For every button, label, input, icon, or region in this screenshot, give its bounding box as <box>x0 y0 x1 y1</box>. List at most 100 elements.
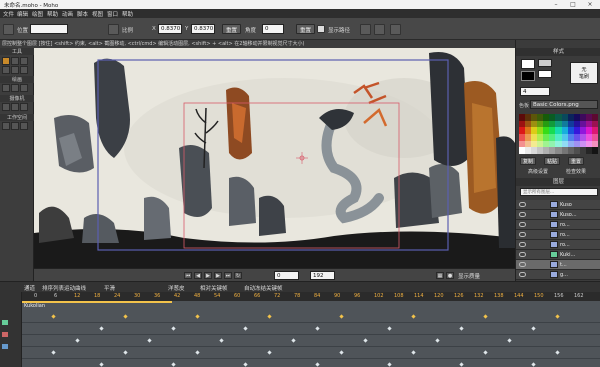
tab-channels[interactable]: 通道 <box>24 284 35 292</box>
quality-icon[interactable]: ▦ <box>436 272 444 279</box>
scale-x-field[interactable]: 0.8370 <box>158 24 182 34</box>
text-icon[interactable] <box>20 66 28 74</box>
menu-animation[interactable]: 动画 <box>62 10 73 18</box>
camera-zoom-icon[interactable] <box>11 103 19 111</box>
menu-draw[interactable]: 绘图 <box>32 10 43 18</box>
timeline-track[interactable] <box>22 323 600 335</box>
color-swatch[interactable] <box>591 140 598 148</box>
flip-h-icon[interactable] <box>360 24 371 35</box>
layer-row[interactable]: g... <box>516 270 600 280</box>
onion-skin-toggle[interactable]: 洋葱皮 <box>168 284 185 292</box>
stroke-icon[interactable] <box>11 84 19 92</box>
camera-track-icon[interactable] <box>2 103 10 111</box>
curvature-icon[interactable] <box>11 66 19 74</box>
fill-icon[interactable] <box>2 84 10 92</box>
advanced-settings-link[interactable]: 高级设置 <box>528 168 548 175</box>
eye-icon[interactable] <box>519 252 526 257</box>
scale-icon[interactable] <box>108 24 119 35</box>
prev-frame-icon[interactable]: ◀ <box>194 272 202 279</box>
camera-roll-icon[interactable] <box>20 103 28 111</box>
layer-row[interactable]: Kuso <box>516 200 600 210</box>
show-path-checkbox[interactable] <box>317 25 325 33</box>
width-field[interactable] <box>538 70 552 78</box>
timeline-track[interactable] <box>22 311 600 323</box>
menu-help[interactable]: 帮助 <box>47 10 58 18</box>
freehand-icon[interactable] <box>2 66 10 74</box>
tab-motion-graph[interactable]: 运动曲线 <box>64 284 86 292</box>
scale-y-field[interactable]: 0.8370 <box>191 24 215 34</box>
eye-icon[interactable] <box>519 272 526 277</box>
last-frame-icon[interactable]: ⏭ <box>224 272 232 279</box>
eye-icon[interactable] <box>519 232 526 237</box>
pan-icon[interactable] <box>2 122 10 130</box>
select-points-icon[interactable] <box>2 57 10 65</box>
swap-colors-icon[interactable] <box>538 59 552 67</box>
eyedropper-icon[interactable] <box>20 84 28 92</box>
angle-field[interactable]: 0 <box>262 24 284 34</box>
reset-swatch-button[interactable]: 重置 <box>568 157 585 165</box>
minimize-icon[interactable]: – <box>548 0 564 9</box>
reset-angle-button[interactable]: 重置 <box>296 24 316 34</box>
eye-icon[interactable] <box>519 242 526 247</box>
auto-freeze-toggle[interactable]: 自动冻结关键帧 <box>244 284 283 292</box>
timeline-track[interactable] <box>22 347 600 359</box>
timeline-track[interactable] <box>22 359 600 367</box>
first-frame-icon[interactable]: ⏮ <box>184 272 192 279</box>
menu-window[interactable]: 窗口 <box>107 10 118 18</box>
channel-translate-icon[interactable] <box>2 320 8 325</box>
layer-tool-icon[interactable] <box>3 24 14 35</box>
transform-points-icon[interactable] <box>11 57 19 65</box>
eye-icon[interactable] <box>519 262 526 267</box>
timeline-ruler[interactable]: 0 6 12 18 24 30 36 42 48 54 60 66 72 78 84 90 96 102 108 11… <box>22 292 600 301</box>
eye-icon[interactable] <box>519 222 526 227</box>
relative-keyframe-toggle[interactable]: 相对关键帧 <box>200 284 228 292</box>
onion-icon[interactable]: ● <box>446 272 454 279</box>
layer-row[interactable]: Kuso... <box>516 210 600 220</box>
channel-scale-icon[interactable] <box>2 332 8 337</box>
interpolation-select[interactable]: 平滑 <box>104 284 115 292</box>
frame-field[interactable]: 0 <box>274 271 299 280</box>
timeline-tracks[interactable]: Kukolian <box>22 301 600 367</box>
fill-color-swatch[interactable] <box>521 59 535 69</box>
color-swatch[interactable] <box>591 120 598 128</box>
maximize-icon[interactable]: □ <box>565 0 581 9</box>
color-swatch-grid[interactable] <box>519 114 598 154</box>
layer-row[interactable]: ro... <box>516 220 600 230</box>
rotate-workspace-icon[interactable] <box>20 122 28 130</box>
timeline-track[interactable] <box>22 335 600 347</box>
stroke-color-swatch[interactable] <box>521 71 535 81</box>
loop-icon[interactable]: ↻ <box>234 272 242 279</box>
play-icon[interactable]: ▶ <box>204 272 212 279</box>
menu-view[interactable]: 视图 <box>92 10 103 18</box>
eye-icon[interactable] <box>519 212 526 217</box>
layer-row[interactable]: ro... <box>516 230 600 240</box>
color-swatch[interactable] <box>591 134 598 141</box>
eye-icon[interactable] <box>519 202 526 207</box>
layer-row[interactable]: ro... <box>516 240 600 250</box>
menu-file[interactable]: 文件 <box>3 10 14 18</box>
display-quality-label[interactable]: 显示质量 <box>458 272 480 280</box>
stroke-width-field[interactable]: 4 <box>520 87 550 96</box>
frame-end-field[interactable]: 192 <box>310 271 335 280</box>
menu-script[interactable]: 脚本 <box>77 10 88 18</box>
flip-v-icon[interactable] <box>374 24 385 35</box>
tab-sequencer[interactable]: 排序列表 <box>42 284 64 292</box>
layer-search-input[interactable]: 显示所有图层... <box>520 188 598 196</box>
reset-scale-button[interactable]: 重置 <box>222 24 242 34</box>
layer-row[interactable]: Kuki... <box>516 250 600 260</box>
check-effects-toggle[interactable]: 检查效果 <box>566 168 586 175</box>
color-swatch[interactable] <box>591 147 598 154</box>
align-icon[interactable] <box>390 24 401 35</box>
menu-edit[interactable]: 编辑 <box>17 10 28 18</box>
copy-swatch-button[interactable]: 复制 <box>520 157 537 165</box>
zoom-icon[interactable] <box>11 122 19 130</box>
channel-rotate-icon[interactable] <box>2 344 8 349</box>
position-field[interactable] <box>30 24 68 34</box>
layer-row[interactable]: t... <box>516 260 600 270</box>
paste-swatch-button[interactable]: 粘贴 <box>544 157 561 165</box>
canvas-viewport[interactable] <box>34 48 515 268</box>
palette-select[interactable]: Basic Colors.png <box>530 100 598 109</box>
menu-help2[interactable]: 帮助 <box>122 10 133 18</box>
brush-preview[interactable]: 无 笔刷 <box>570 62 598 84</box>
color-swatch[interactable] <box>591 127 598 134</box>
